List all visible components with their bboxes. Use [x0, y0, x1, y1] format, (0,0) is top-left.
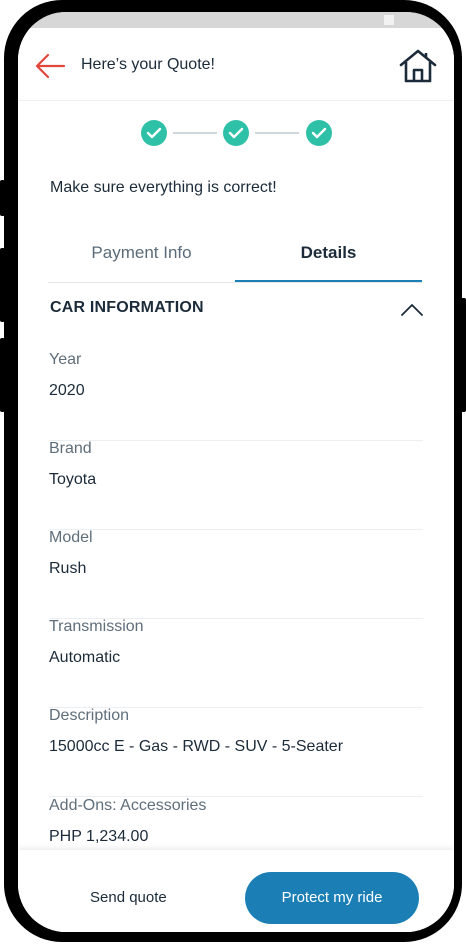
field-value: Automatic	[49, 649, 121, 666]
field-label: Transmission	[49, 618, 144, 635]
home-icon[interactable]	[398, 48, 438, 84]
phone-frame: Here’s your Quote! Make sure everything …	[4, 0, 462, 942]
send-quote-button[interactable]: Send quote	[90, 889, 167, 906]
field-description: Description 15000cc E - Gas - RWD - SUV …	[49, 707, 423, 797]
status-indicator	[384, 15, 394, 25]
field-label: Year	[49, 351, 82, 368]
screen: Here’s your Quote! Make sure everything …	[18, 12, 454, 932]
field-value: PHP 1,234.00	[49, 828, 149, 845]
step-complete-icon	[223, 120, 249, 146]
tab-payment-info[interactable]: Payment Info	[48, 234, 235, 280]
tab-details[interactable]: Details	[235, 234, 422, 282]
footer-actions: Send quote Protect my ride	[18, 850, 454, 932]
field-value: 2020	[49, 382, 85, 399]
field-year: Year 2020	[49, 351, 423, 441]
field-label: Brand	[49, 440, 92, 457]
step-connector	[255, 132, 299, 134]
step-complete-icon	[141, 120, 167, 146]
progress-stepper	[18, 118, 454, 148]
protect-my-ride-button[interactable]: Protect my ride	[245, 872, 419, 924]
confirmation-notice: Make sure everything is correct!	[50, 179, 277, 196]
field-model: Model Rush	[49, 529, 423, 619]
field-label: Add-Ons: Accessories	[49, 797, 207, 814]
chevron-up-icon[interactable]	[400, 301, 424, 319]
field-label: Description	[49, 707, 130, 724]
page-title: Here’s your Quote!	[81, 56, 215, 73]
field-value: 15000cc E - Gas - RWD - SUV - 5-Seater	[49, 738, 344, 755]
status-bar	[18, 12, 454, 28]
field-value: Toyota	[49, 471, 97, 488]
field-transmission: Transmission Automatic	[49, 618, 423, 708]
section-title: CAR INFORMATION	[50, 299, 204, 316]
tab-bar: Payment Info Details	[48, 234, 422, 283]
field-brand: Brand Toyota	[49, 440, 423, 530]
app-header: Here’s your Quote!	[18, 28, 454, 101]
step-connector	[173, 132, 217, 134]
field-value: Rush	[49, 560, 87, 577]
field-label: Model	[49, 529, 93, 546]
arrow-left-icon[interactable]	[34, 52, 66, 80]
car-information-section-header[interactable]: CAR INFORMATION	[50, 299, 424, 329]
step-complete-icon	[306, 120, 332, 146]
